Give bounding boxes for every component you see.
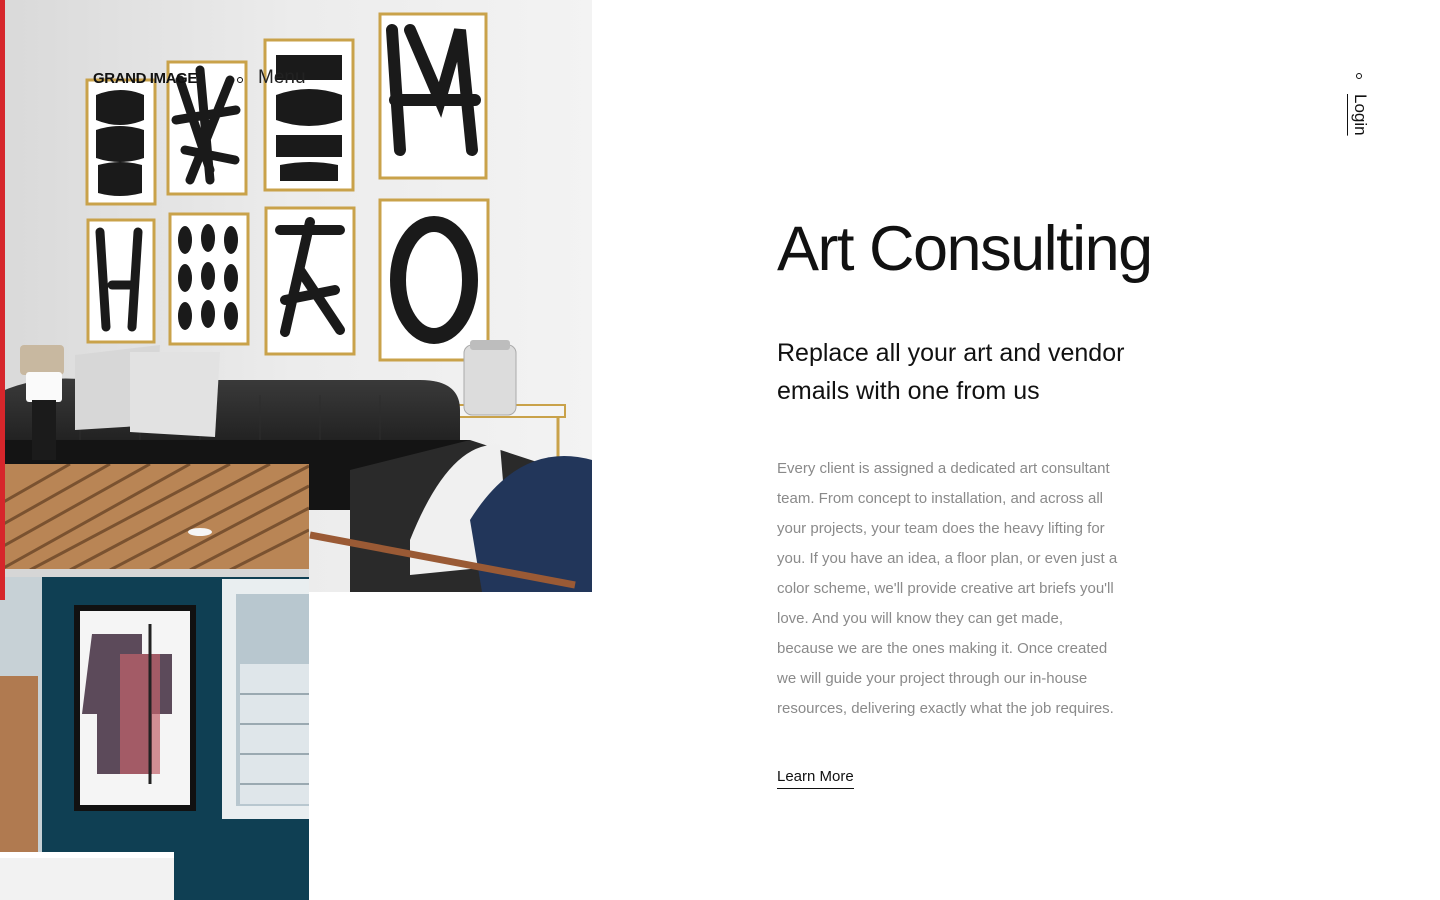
red-accent-bar bbox=[0, 0, 5, 600]
art-frame bbox=[168, 212, 250, 346]
art-frame bbox=[264, 206, 356, 356]
menu-button[interactable]: Menu bbox=[258, 67, 306, 89]
login-link[interactable]: Login bbox=[1350, 94, 1370, 136]
page-subtitle: Replace all your art and vendor emails w… bbox=[777, 339, 1125, 405]
art-frame bbox=[85, 78, 157, 206]
lobby-illustration bbox=[0, 464, 309, 900]
page-title: Art Consulting bbox=[777, 214, 1153, 284]
brand-logo[interactable]: GRAND IMAGE bbox=[93, 70, 197, 87]
menu-dot-icon bbox=[237, 77, 243, 83]
art-frame bbox=[378, 198, 490, 362]
art-frame bbox=[263, 38, 355, 192]
lobby-photo bbox=[0, 464, 309, 900]
body-paragraph: Every client is assigned a dedicated art… bbox=[777, 460, 1118, 717]
login-link-wrapper: Login bbox=[1350, 94, 1372, 140]
learn-more-link[interactable]: Learn More bbox=[777, 768, 854, 789]
photo-collage bbox=[0, 0, 592, 900]
art-frame bbox=[378, 12, 488, 180]
art-frame bbox=[86, 218, 156, 344]
login-dot-icon bbox=[1356, 73, 1362, 79]
main-content: Art Consulting Replace all your art and … bbox=[777, 212, 1197, 789]
